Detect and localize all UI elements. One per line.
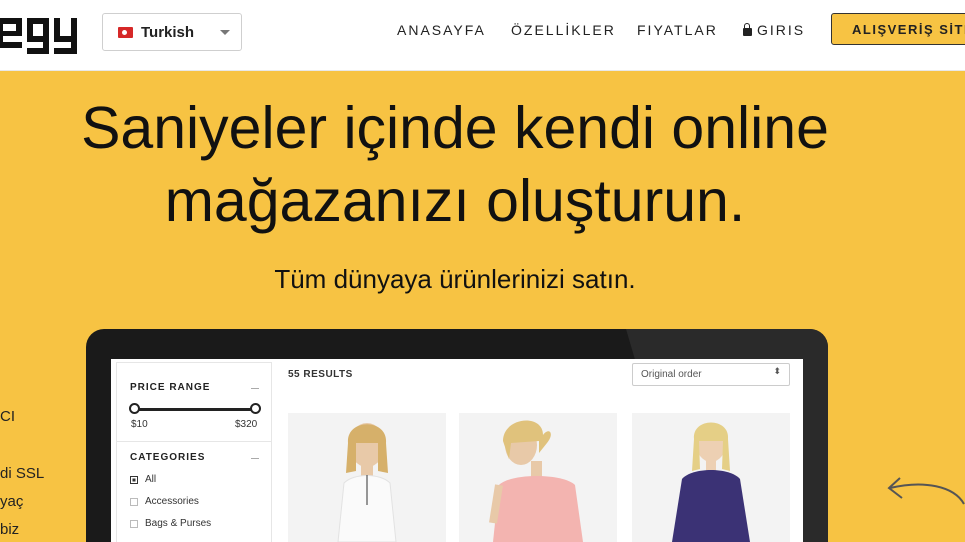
language-select[interactable]: Turkish — [102, 13, 242, 51]
collapse-icon[interactable] — [251, 388, 259, 389]
price-range-title: PRICE RANGE — [130, 382, 211, 393]
create-store-button[interactable]: ALIŞVERİŞ SİTESİ — [831, 13, 965, 45]
hero-subline: Tüm dünyaya ürünlerinizi satın. — [274, 264, 636, 294]
sort-value: Original order — [641, 369, 702, 380]
product-image[interactable] — [632, 413, 790, 542]
category-label[interactable]: All — [145, 474, 156, 485]
hero-headline-line2: mağazanızı oluşturun. — [164, 168, 746, 234]
category-checkbox[interactable] — [130, 476, 138, 484]
side-snippet: biz — [0, 521, 20, 538]
hero-headline-line1: Saniyeler içinde kendi online — [81, 95, 829, 161]
chevron-down-icon — [220, 30, 230, 35]
nav-home[interactable]: ANASAYFA — [397, 22, 486, 38]
side-snippet: CI — [0, 408, 15, 425]
category-checkbox[interactable] — [130, 498, 138, 506]
turkey-flag-icon — [118, 27, 133, 38]
sort-arrows-icon: ⬍ — [773, 366, 781, 376]
price-slider-max-handle[interactable] — [250, 403, 261, 414]
curved-arrow-icon — [887, 477, 965, 505]
nav-features[interactable]: ÖZELLİKLER — [511, 22, 616, 38]
product-image[interactable] — [459, 413, 617, 542]
side-snippet: di SSL — [0, 465, 45, 482]
side-snippet: yaç — [0, 493, 24, 510]
price-max: $320 — [235, 419, 258, 430]
hero-headline: Saniyeler içinde kendi online mağazanızı… — [0, 92, 910, 238]
store-filter-sidebar: PRICE RANGE $10 $320 CATEGORIES All Acce… — [116, 362, 272, 542]
lock-icon — [743, 23, 752, 36]
nav-login-label: GIRIS — [757, 22, 806, 38]
nav-login[interactable]: GIRIS — [743, 22, 805, 38]
logo[interactable] — [0, 14, 78, 54]
divider — [117, 441, 271, 442]
category-label[interactable]: Accessories — [145, 496, 199, 507]
sort-select[interactable]: Original order ⬍ — [632, 363, 790, 386]
product-image[interactable] — [288, 413, 446, 542]
site-header: Turkish ANASAYFA ÖZELLİKLER FIYATLAR GIR… — [0, 0, 965, 71]
results-count: 55 RESULTS — [288, 369, 353, 380]
categories-title: CATEGORIES — [130, 452, 206, 463]
price-slider-min-handle[interactable] — [129, 403, 140, 414]
category-label[interactable]: Bags & Purses — [145, 518, 211, 529]
language-label: Turkish — [141, 24, 195, 41]
price-slider-track[interactable] — [133, 408, 257, 411]
price-min: $10 — [131, 419, 148, 430]
collapse-icon[interactable] — [251, 458, 259, 459]
category-checkbox[interactable] — [130, 520, 138, 528]
nav-pricing[interactable]: FIYATLAR — [637, 22, 718, 38]
